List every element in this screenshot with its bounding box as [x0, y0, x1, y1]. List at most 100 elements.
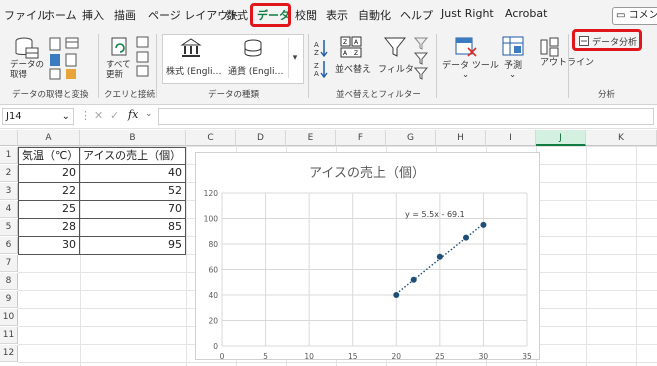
table-cell-sales[interactable]: 85	[80, 219, 186, 237]
svg-text:Z: Z	[354, 50, 358, 57]
row-header[interactable]: 1	[0, 147, 18, 164]
row-header[interactable]: 6	[0, 237, 18, 254]
x-tick-label: 35	[522, 352, 532, 359]
trendline-equation[interactable]: y = 5.5x - 69.1	[405, 210, 465, 219]
column-header-e[interactable]: E	[286, 130, 336, 146]
table-cell-sales[interactable]: 95	[80, 237, 186, 255]
chart-title[interactable]: アイスの売上（個）	[309, 165, 425, 181]
group-label-sort-filter: 並べ替えとフィルター	[336, 90, 421, 100]
data-tools-icon[interactable]	[454, 36, 478, 58]
tab-formulas[interactable]: 数式	[226, 7, 248, 23]
table-header-temperature[interactable]: 気温（℃）	[18, 147, 80, 165]
data-tools-button[interactable]: データ ツール	[442, 58, 499, 71]
filter-icon[interactable]	[384, 36, 406, 58]
table-cell-sales[interactable]: 52	[80, 183, 186, 201]
outline-icon[interactable]	[540, 36, 560, 58]
formula-input[interactable]	[158, 108, 654, 125]
refresh-all-icon[interactable]	[108, 36, 130, 58]
sort-icon[interactable]: ZA AZ	[340, 36, 362, 58]
tab-draw[interactable]: 描画	[114, 7, 136, 23]
comment-button[interactable]: ▭ コメント	[612, 7, 657, 25]
currencies-icon[interactable]	[242, 38, 264, 58]
group-separator	[308, 34, 309, 98]
tab-just-right[interactable]: Just Right	[441, 7, 494, 20]
filter-options-icons[interactable]	[414, 36, 430, 80]
data-point[interactable]	[480, 221, 487, 228]
column-header-g[interactable]: G	[386, 130, 436, 146]
tab-review[interactable]: 校閲	[295, 7, 317, 23]
row-header[interactable]: 8	[0, 273, 18, 290]
column-header-f[interactable]: F	[336, 130, 386, 146]
name-box-dropdown-icon[interactable]: ⌄	[62, 109, 70, 124]
column-header-k[interactable]: K	[586, 130, 657, 146]
get-data-button[interactable]: データの 取得	[10, 60, 44, 80]
fx-dropdown-icon[interactable]: ⌄	[145, 109, 153, 119]
gallery-expand-button[interactable]: ▾	[288, 38, 301, 78]
insert-function-button[interactable]: fx	[128, 108, 138, 121]
stocks-button[interactable]: 株式 (Engli…	[166, 64, 221, 77]
x-tick-label: 0	[220, 352, 225, 359]
tab-help[interactable]: ヘルプ	[400, 7, 433, 23]
outline-button[interactable]: アウトライン	[540, 58, 594, 68]
refresh-all-button[interactable]: すべて 更新	[106, 60, 131, 80]
tab-home[interactable]: ホーム	[44, 7, 77, 23]
row-header[interactable]: 11	[0, 327, 18, 344]
forecast-icon[interactable]	[502, 36, 524, 58]
group-separator	[98, 34, 99, 98]
column-header-i[interactable]: I	[486, 130, 536, 146]
scatter-chart[interactable]: アイスの売上（個） 0 20 40 60 80 100 120 0 5 10 15 20 25 30 35 …	[195, 152, 540, 361]
table-cell-temperature[interactable]: 30	[18, 237, 80, 255]
sort-button[interactable]: 並べ替え	[335, 62, 371, 75]
row-header[interactable]: 5	[0, 219, 18, 236]
table-cell-sales[interactable]: 40	[80, 165, 186, 183]
x-tick-label: 25	[435, 352, 445, 359]
tab-acrobat[interactable]: Acrobat	[505, 7, 547, 20]
row-header[interactable]: 12	[0, 345, 18, 362]
row-header[interactable]: 2	[0, 165, 18, 182]
name-box-value: J14	[6, 111, 22, 122]
query-options-icons[interactable]	[136, 36, 150, 78]
group-label-analysis: 分析	[598, 90, 616, 100]
name-box[interactable]: J14 ⌄	[2, 108, 74, 125]
column-header-b[interactable]: B	[80, 130, 186, 146]
table-cell-temperature[interactable]: 20	[18, 165, 80, 183]
data-point[interactable]	[410, 276, 417, 283]
get-data-icon[interactable]	[14, 36, 40, 60]
svg-text:Z: Z	[343, 39, 347, 46]
data-point[interactable]	[436, 253, 443, 260]
row-header[interactable]: 7	[0, 255, 18, 272]
cancel-icon[interactable]: ✕	[94, 109, 103, 122]
group-label-queries: クエリと接続	[104, 90, 156, 100]
column-header-j[interactable]: J	[536, 130, 586, 146]
table-cell-sales[interactable]: 70	[80, 201, 186, 219]
data-tools-dropdown-icon[interactable]: ⌄	[462, 70, 469, 80]
data-point[interactable]	[393, 292, 400, 298]
forecast-dropdown-icon[interactable]: ⌄	[509, 70, 516, 80]
table-cell-temperature[interactable]: 28	[18, 219, 80, 237]
formula-bar-more-icon[interactable]: ⋮	[80, 109, 91, 122]
row-header[interactable]: 9	[0, 291, 18, 308]
row-header[interactable]: 4	[0, 201, 18, 218]
row-header[interactable]: 3	[0, 183, 18, 200]
column-header-c[interactable]: C	[186, 130, 236, 146]
data-source-icons[interactable]	[48, 36, 92, 80]
currencies-button[interactable]: 通貨 (Engli…	[228, 64, 283, 77]
column-header-d[interactable]: D	[236, 130, 286, 146]
table-cell-temperature[interactable]: 22	[18, 183, 80, 201]
table-header-sales[interactable]: アイスの売上（個）	[80, 147, 186, 165]
group-label-get-transform: データの取得と変換	[12, 90, 89, 100]
tab-automate[interactable]: 自動化	[358, 7, 391, 23]
table-cell-temperature[interactable]: 25	[18, 201, 80, 219]
tab-view[interactable]: 表示	[326, 7, 348, 23]
column-header-h[interactable]: H	[436, 130, 486, 146]
row-header[interactable]: 10	[0, 309, 18, 326]
stocks-icon[interactable]	[180, 38, 202, 58]
enter-icon[interactable]: ✓	[110, 109, 119, 122]
sort-ascending-icon[interactable]: A Z Z A	[314, 38, 328, 78]
tab-insert[interactable]: 挿入	[82, 7, 104, 23]
column-header-a[interactable]: A	[18, 130, 80, 146]
select-all-corner[interactable]	[0, 130, 18, 146]
data-point[interactable]	[463, 234, 469, 241]
data-tab-highlight	[250, 3, 291, 27]
tab-file[interactable]: ファイル	[4, 7, 48, 23]
